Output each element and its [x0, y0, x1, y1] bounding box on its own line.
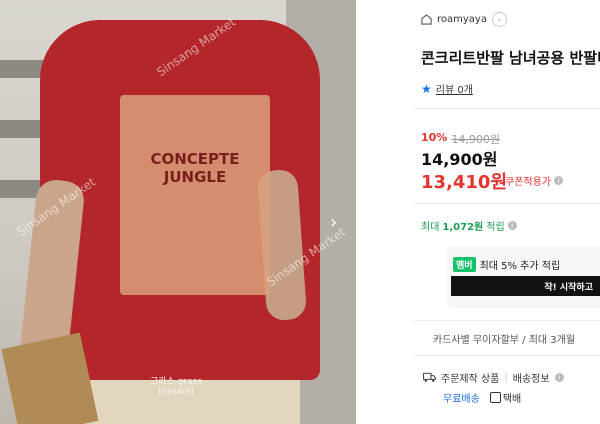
membership-box: 멤버 최대 5% 추가 적립 작! 시작하고: [447, 246, 600, 308]
discount-rate: 10%: [421, 131, 448, 144]
next-arrow-icon[interactable]: ›: [330, 212, 337, 233]
made-to-order-label: 주문제작 상품: [441, 374, 500, 385]
original-price: 14,900원: [451, 133, 500, 146]
shipping-row: 주문제작 상품 | 배송정보 i: [423, 370, 564, 385]
member-badge: 멤버: [453, 257, 476, 272]
divider: [413, 203, 600, 204]
points-prefix: 최대: [421, 222, 440, 233]
star-icon: ★: [421, 81, 432, 96]
points-suffix: 적립: [486, 222, 505, 233]
membership-line: 멤버 최대 5% 추가 적립: [453, 257, 560, 272]
card-installment-info: 카드사별 무이자할부 / 최대 3개월: [433, 335, 576, 346]
shipping-details: 무료배송 택배: [443, 390, 521, 405]
review-count: 리뷰 0개: [435, 85, 473, 96]
membership-text: 최대 5% 추가 적립: [479, 261, 561, 272]
sale-price: 14,900원: [421, 150, 498, 169]
courier-label: 택배: [502, 394, 522, 405]
product-title: 콘크리트반팔 남녀공용 반팔티: [421, 49, 600, 67]
divider: [413, 355, 600, 356]
delivery-info-link[interactable]: 배송정보: [513, 370, 550, 385]
divider: [413, 320, 600, 321]
store-icon: [421, 14, 432, 25]
courier-icon: [489, 392, 501, 403]
shirt-print: [120, 95, 270, 295]
image-caption: 그라스 grass [sasaol]: [150, 374, 202, 397]
points-amount: 1,072원: [442, 222, 484, 233]
coupon-label-text: 쿠폰적용가: [505, 177, 551, 188]
truck-icon: [423, 372, 436, 382]
shirt-headline: CONCEPTE JUNGLE: [150, 150, 240, 186]
caption-line: 그라스 grass: [150, 377, 203, 387]
courier-tag: 택배: [489, 390, 522, 405]
coupon-price: 13,410원: [421, 172, 508, 193]
caption-line: [sasaol]: [158, 387, 194, 397]
coupon-label[interactable]: 쿠폰적용가 i: [505, 173, 563, 188]
review-link[interactable]: ★ 리뷰 0개: [421, 81, 473, 97]
product-info-panel: roamyaya › 콘크리트반팔 남녀공용 반팔티 ★ 리뷰 0개 10% 1…: [413, 0, 600, 424]
seller-link[interactable]: roamyaya ›: [421, 12, 507, 27]
free-shipping-label: 무료배송: [443, 394, 480, 405]
info-icon[interactable]: i: [554, 373, 564, 382]
info-icon: i: [554, 176, 563, 185]
discount-row: 10% 14,900원: [421, 131, 500, 147]
product-image[interactable]: CONCEPTE JUNGLE Sinsang Market Sinsang M…: [0, 0, 356, 424]
divider: [413, 108, 600, 109]
seller-name: roamyaya: [437, 14, 487, 25]
info-icon[interactable]: i: [507, 221, 517, 230]
membership-start-button[interactable]: 작! 시작하고: [451, 276, 600, 296]
separator: |: [504, 372, 508, 383]
chevron-right-icon: ›: [491, 12, 507, 27]
points-row: 최대 1,072원 적립 i: [421, 218, 517, 233]
